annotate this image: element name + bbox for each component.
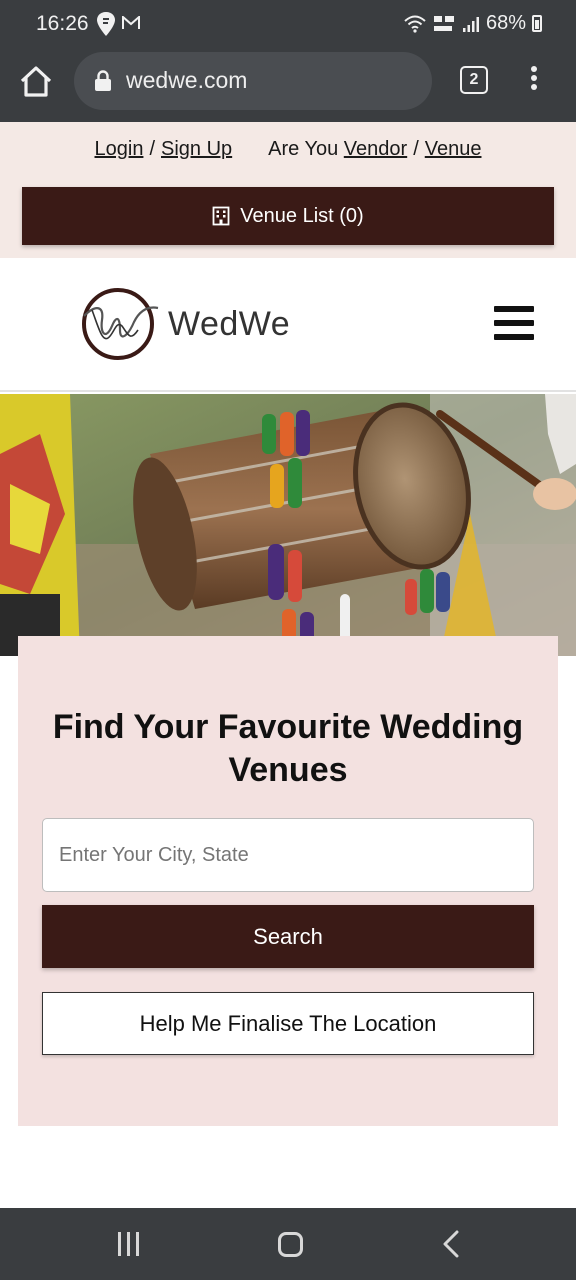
volte-icon (433, 15, 454, 31)
hamburger-menu-icon[interactable] (494, 306, 534, 342)
separator: / (149, 138, 155, 160)
top-strip: Login / Sign Up Are You Vendor / Venue Venue … (0, 122, 576, 258)
battery-icon (532, 15, 542, 32)
lock-icon (95, 70, 111, 91)
logo[interactable]: WedWe (78, 286, 290, 362)
dhol-drum-photo (0, 394, 576, 656)
signal-icon (462, 16, 479, 32)
hero-image (0, 394, 576, 656)
venue-list-label: Venue List (0) (240, 204, 364, 227)
home-icon[interactable] (18, 64, 54, 100)
browser-toolbar: wedwe.com 2 (0, 48, 576, 122)
vendor-link[interactable]: Vendor (344, 138, 407, 160)
browser-menu-icon[interactable] (528, 66, 540, 96)
signup-link[interactable]: Sign Up (161, 138, 232, 160)
vendor-prefix: Are You (268, 138, 339, 160)
logo-text: WedWe (168, 304, 291, 343)
back-icon[interactable] (442, 1230, 460, 1258)
venue-search-card: Find Your Favourite Wedding Venues Searc… (18, 636, 558, 1126)
system-navigation-bar (0, 1208, 576, 1280)
login-link[interactable]: Login (95, 138, 144, 160)
venue-link[interactable]: Venue (425, 138, 482, 160)
wedwe-logo-mark (82, 288, 159, 360)
tab-switcher-button[interactable]: 2 (460, 66, 488, 94)
auth-links: Login / Sign Up Are You Vendor / Venue (0, 138, 576, 161)
search-button[interactable]: Search (42, 905, 534, 968)
home-button-icon[interactable] (278, 1232, 303, 1257)
building-icon (212, 206, 230, 226)
city-state-input[interactable] (42, 818, 534, 892)
status-bar: 16:26 68% (0, 0, 576, 48)
swiggy-icon (97, 12, 115, 36)
search-card-title: Find Your Favourite Wedding Venues (52, 708, 524, 789)
recent-apps-icon[interactable] (116, 1232, 142, 1256)
status-indicators: 68% (404, 12, 542, 35)
url-text: wedwe.com (126, 67, 248, 93)
help-finalise-location-button[interactable]: Help Me Finalise The Location (42, 992, 534, 1055)
venue-list-button[interactable]: Venue List (0) (22, 187, 554, 245)
battery-percent: 68% (485, 12, 526, 34)
site-header: WedWe (0, 258, 576, 392)
address-bar[interactable]: wedwe.com (74, 52, 432, 110)
gmail-icon (122, 16, 140, 29)
status-time: 16:26 (36, 12, 89, 35)
wifi-icon (404, 15, 426, 33)
separator: / (413, 138, 419, 160)
